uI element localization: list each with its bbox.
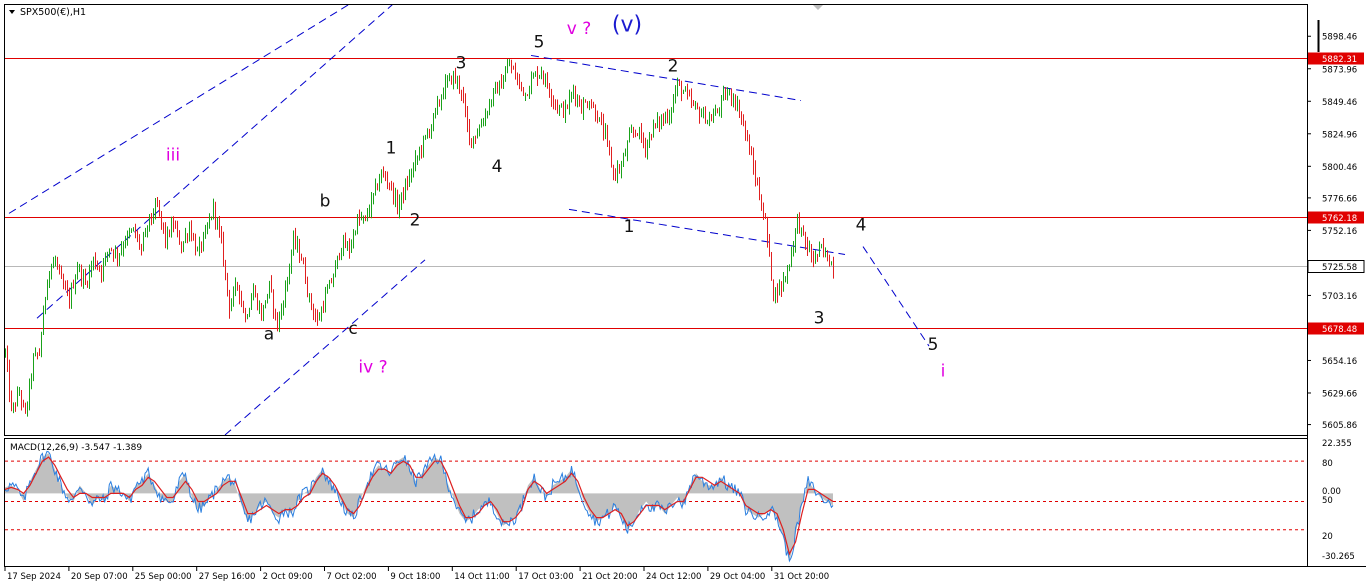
price-tick-label: 5629.66	[1322, 389, 1357, 399]
macd-level-label: 80	[1322, 459, 1333, 469]
price-tick-label: 5605.86	[1322, 421, 1357, 431]
time-tick-label: 20 Sep 07:00	[71, 572, 128, 582]
time-tick-label: 27 Sep 16:00	[199, 572, 256, 582]
price-tag-label: 5678.48	[1322, 325, 1357, 335]
price-tick-label: 5824.96	[1322, 130, 1357, 140]
wave-label: 5	[928, 335, 939, 355]
time-tick-label: 17 Oct 03:00	[518, 572, 573, 582]
time-tick-label: 2 Oct 09:00	[263, 572, 313, 582]
time-tick-label: 31 Oct 20:00	[774, 572, 829, 582]
wave-label: 2	[410, 210, 421, 230]
time-tick-label: 21 Oct 20:00	[582, 572, 637, 582]
time-tick-label: 17 Sep 2024	[7, 572, 61, 582]
wave-label: 1	[624, 217, 635, 237]
wave-label: 3	[456, 54, 467, 74]
wave-label: 1	[386, 139, 397, 159]
time-tick-label: 29 Oct 04:00	[710, 572, 765, 582]
macd-level-label: 50	[1322, 496, 1333, 506]
price-tick-label: 5654.16	[1322, 357, 1357, 367]
macd-level-label: 20	[1322, 532, 1333, 542]
current-price-label: 5725.58	[1322, 263, 1357, 273]
wave-label: iii	[166, 145, 180, 165]
time-tick-label: 7 Oct 02:00	[327, 572, 377, 582]
price-tick-label: 5752.16	[1322, 227, 1357, 237]
wave-label: v ?	[567, 19, 592, 39]
price-tick-label: 5898.46	[1322, 33, 1357, 43]
price-tag-label: 5882.31	[1322, 55, 1357, 65]
price-tick-label: 5800.46	[1322, 163, 1357, 173]
time-tick-label: 25 Sep 00:00	[135, 572, 192, 582]
price-tag-label: 5762.18	[1322, 214, 1357, 224]
time-tick-label: 24 Oct 12:00	[646, 572, 701, 582]
wave-label: a	[264, 324, 274, 344]
price-tick-label: 5703.16	[1322, 292, 1357, 302]
wave-label: 5	[534, 32, 545, 52]
wave-label: c	[348, 319, 357, 339]
wave-label: 3	[814, 309, 825, 329]
wave-label: 4	[856, 216, 867, 236]
wave-label: i	[941, 362, 946, 382]
wave-label: (v)	[612, 13, 642, 38]
price-tick-label: 5776.66	[1322, 194, 1357, 204]
time-tick-label: 14 Oct 11:00	[454, 572, 509, 582]
price-tick-label: 5873.96	[1322, 65, 1357, 75]
symbol-title: SPX500(€),H1	[20, 7, 86, 18]
wave-label: 2	[668, 56, 679, 76]
macd-level-label: -30.265	[1322, 552, 1355, 562]
wave-label: iv ?	[358, 358, 387, 378]
macd-level-label: 22.355	[1322, 439, 1352, 449]
price-tick-label: 5849.46	[1322, 98, 1357, 108]
wave-label: b	[320, 192, 331, 212]
wave-label: 4	[492, 157, 503, 177]
macd-title: MACD(12,26,9) -3.547 -1.389	[10, 443, 142, 453]
time-tick-label: 9 Oct 18:00	[390, 572, 440, 582]
chart-window: iii iv ? v ? (v) i a b c 1 2 3 4 5 1 2 3 4 5 5882.31 5762.…	[0, 0, 1366, 588]
